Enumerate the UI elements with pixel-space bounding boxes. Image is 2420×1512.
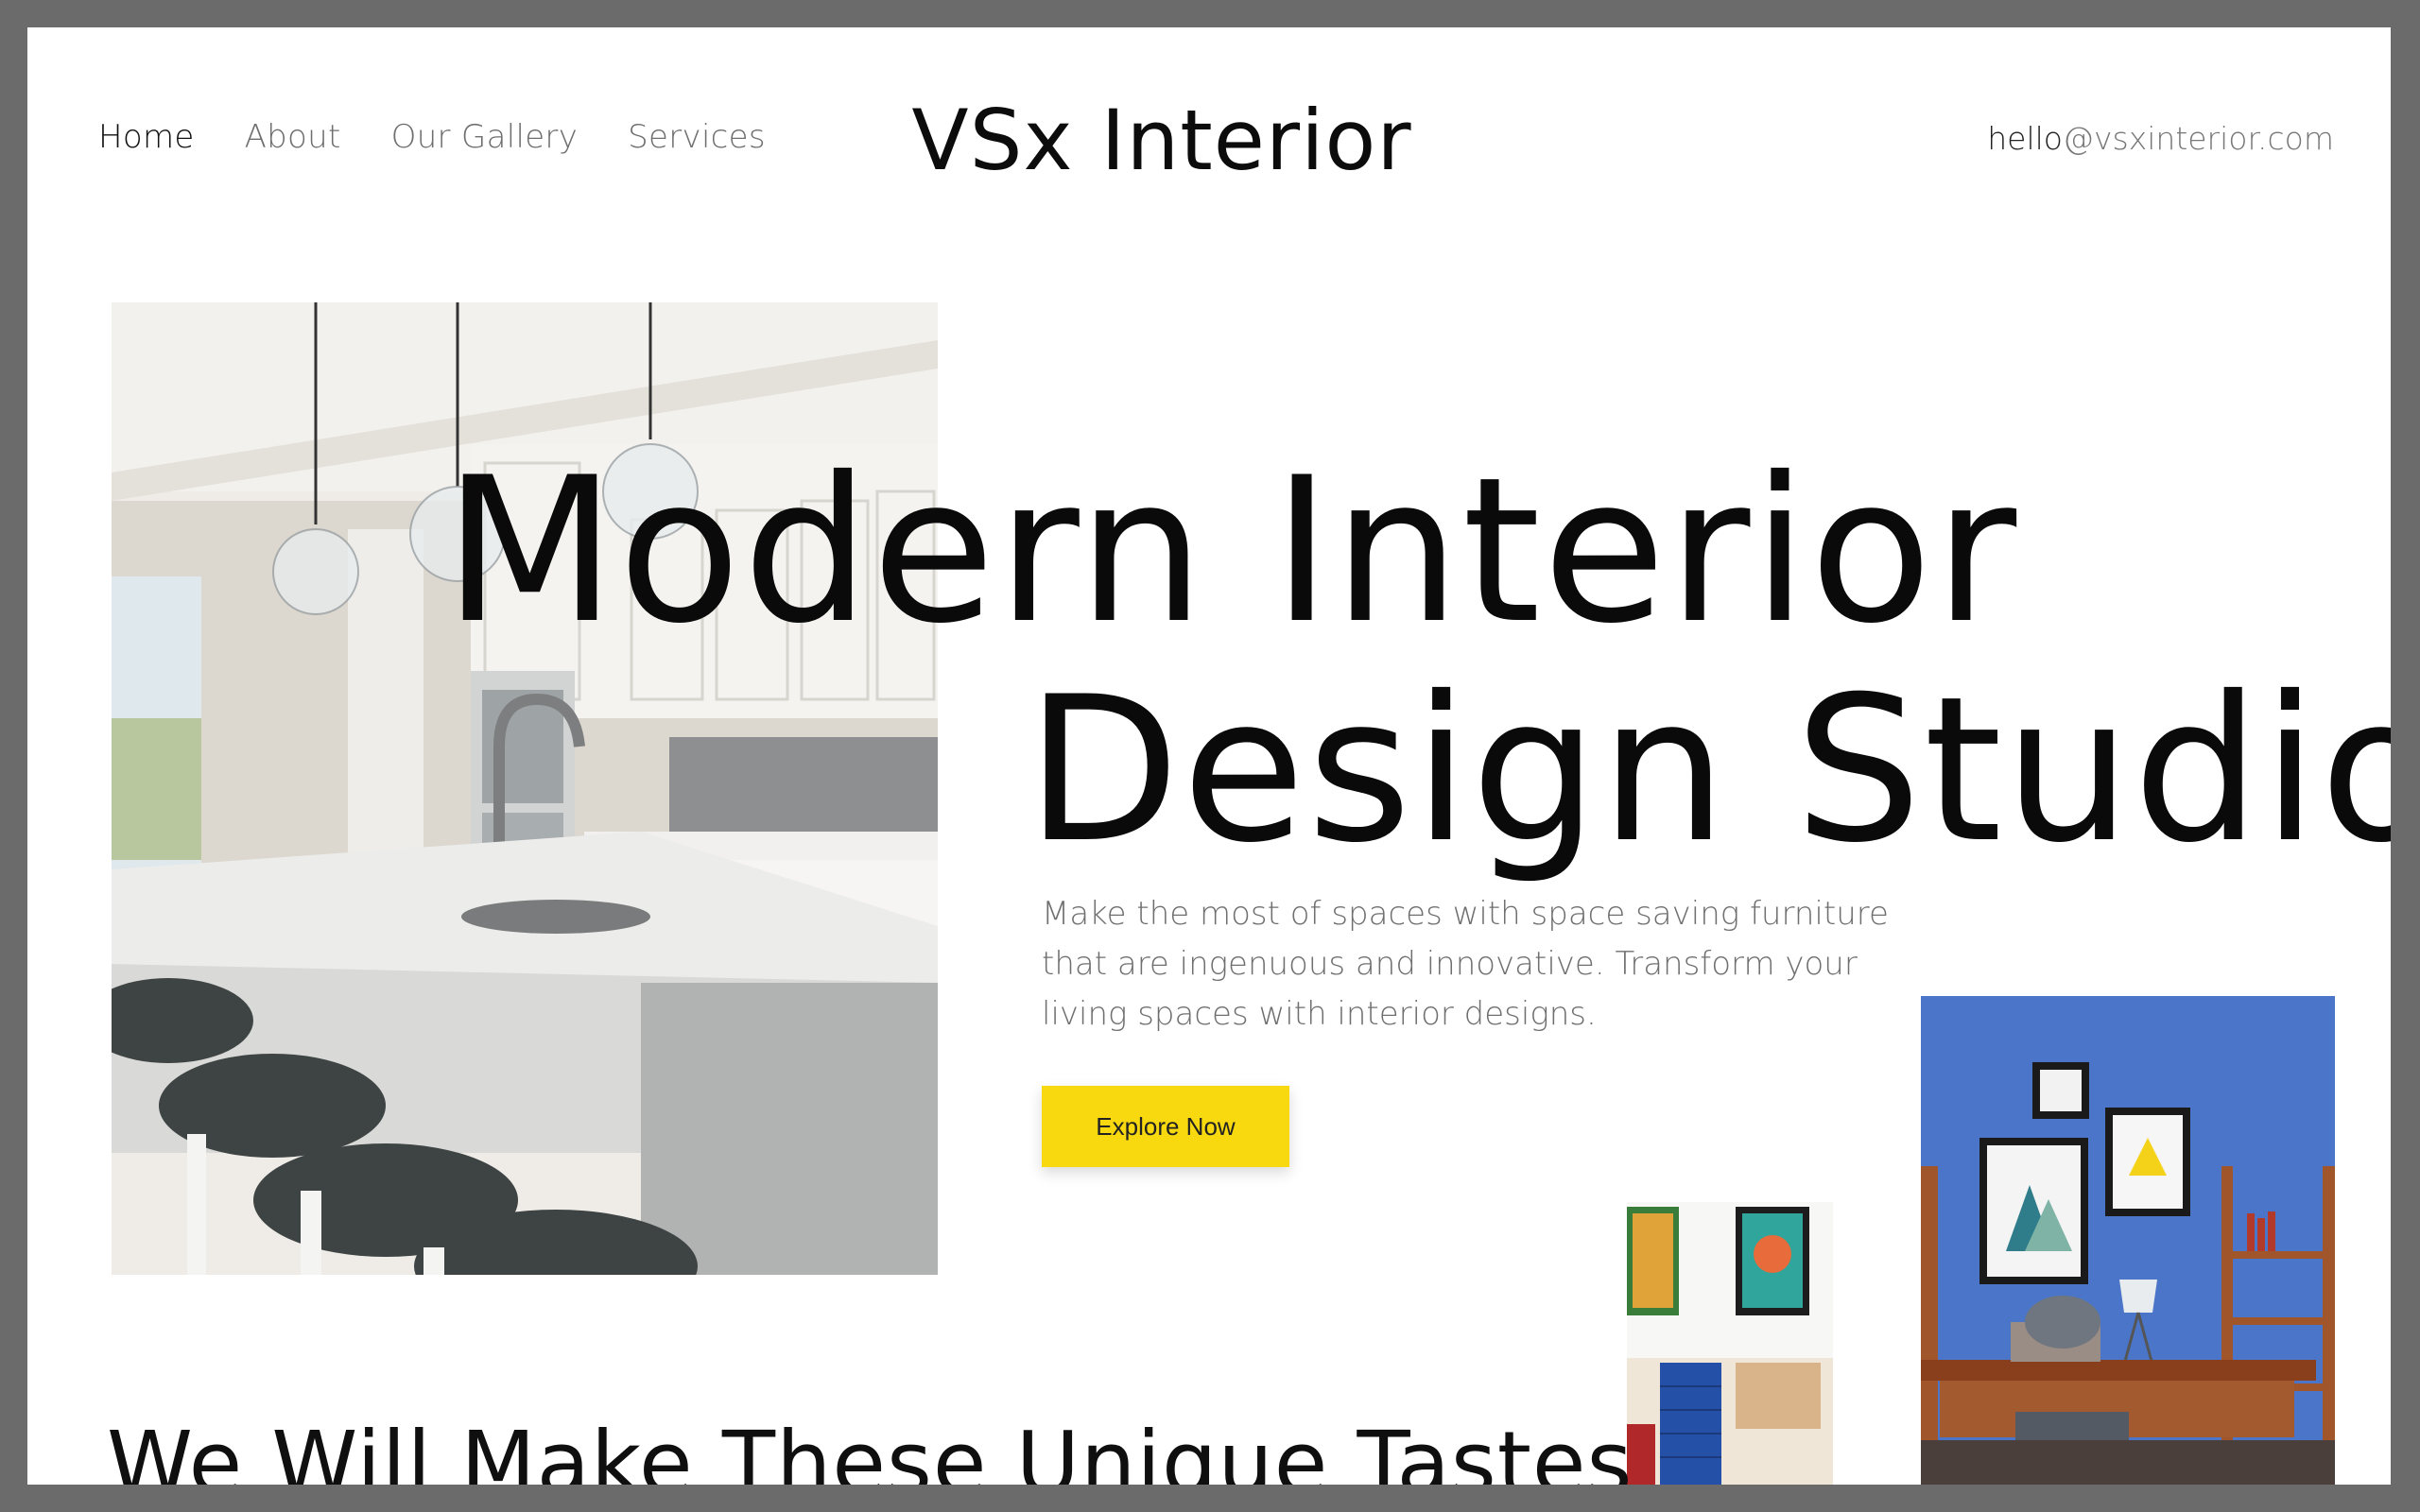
page: Home About Our Gallery Services VSx Inte…	[27, 27, 2391, 1485]
office-room-illustration	[1921, 996, 2335, 1485]
section-heading: We Will Make These Unique Tastes	[107, 1413, 1634, 1485]
explore-now-button[interactable]: Explore Now	[1042, 1086, 1289, 1167]
hero-title-line-1: Modern Interior	[443, 434, 2019, 667]
email-domain: @vsxinterior.com	[2062, 120, 2334, 157]
email-user: hello	[1987, 120, 2063, 157]
wall-art-illustration	[1627, 1202, 1833, 1485]
hero-description: Make the most of spaces with space savin…	[1042, 895, 1889, 1033]
wall-art-photo	[1627, 1202, 1833, 1485]
contact-email[interactable]: hello@vsxinterior.com	[1987, 120, 2334, 157]
hero-title-line-2: Design Studio	[1026, 653, 2391, 886]
office-room-photo	[1921, 996, 2335, 1485]
